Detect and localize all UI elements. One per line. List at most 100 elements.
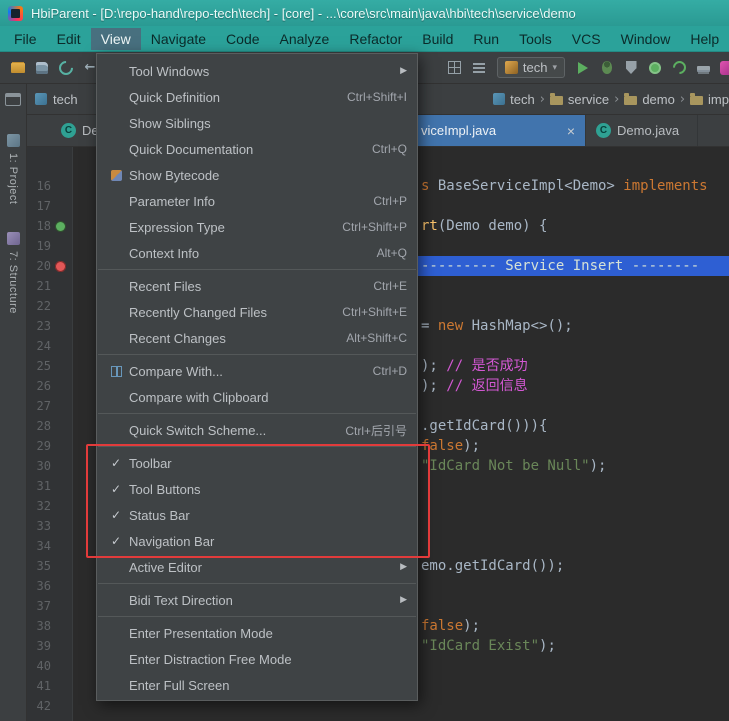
menubar-item-help[interactable]: Help — [680, 28, 729, 50]
view-menu-item-enter-presentation-mode[interactable]: Enter Presentation Mode — [97, 620, 417, 646]
view-menu-item-status-bar[interactable]: ✓Status Bar — [97, 502, 417, 528]
view-menu-item-recent-files[interactable]: Recent FilesCtrl+E — [97, 273, 417, 299]
view-menu-item-quick-documentation[interactable]: Quick DocumentationCtrl+Q — [97, 136, 417, 162]
list-icon[interactable] — [469, 58, 489, 78]
gutter-line-18[interactable]: 18 — [27, 216, 72, 236]
breadcrumb-demo[interactable]: demo — [624, 92, 675, 107]
menubar-item-tools[interactable]: Tools — [509, 28, 562, 50]
coverage-icon[interactable] — [621, 58, 641, 78]
gutter-line-38[interactable]: 38 — [27, 616, 72, 636]
gutter-line-21[interactable]: 21 — [27, 276, 72, 296]
gutter-line-19[interactable]: 19 — [27, 236, 72, 256]
gutter-line-24[interactable]: 24 — [27, 336, 72, 356]
gutter-line-35[interactable]: 35 — [27, 556, 72, 576]
gutter-line-17[interactable]: 17 — [27, 196, 72, 216]
view-menu-item-show-bytecode[interactable]: Show Bytecode — [97, 162, 417, 188]
gutter-line-25[interactable]: 25 — [27, 356, 72, 376]
save-icon[interactable] — [32, 58, 52, 78]
view-menu-item-expression-type[interactable]: Expression TypeCtrl+Shift+P — [97, 214, 417, 240]
view-menu-item-parameter-info[interactable]: Parameter InfoCtrl+P — [97, 188, 417, 214]
view-menu-item-toolbar[interactable]: ✓Toolbar — [97, 450, 417, 476]
line-number: 35 — [27, 559, 51, 573]
gutter-line-41[interactable]: 41 — [27, 676, 72, 696]
build-icon[interactable] — [693, 58, 713, 78]
gutter-line-36[interactable]: 36 — [27, 576, 72, 596]
menu-separator — [97, 443, 417, 450]
breadcrumb-imp[interactable]: imp — [690, 92, 729, 107]
gutter-line-34[interactable]: 34 — [27, 536, 72, 556]
gutter-line-40[interactable]: 40 — [27, 656, 72, 676]
debug-icon[interactable] — [597, 58, 617, 78]
menubar-item-navigate[interactable]: Navigate — [141, 28, 216, 50]
menubar-item-view[interactable]: View — [91, 28, 141, 50]
toolwindow-switcher-icon[interactable] — [5, 93, 21, 106]
gutter-line-39[interactable]: 39 — [27, 636, 72, 656]
menu-item-label: Show Siblings — [129, 116, 211, 131]
gutter-icon-slot — [51, 236, 69, 256]
gutter-line-28[interactable]: 28 — [27, 416, 72, 436]
run-icon[interactable] — [573, 58, 593, 78]
view-menu-item-quick-switch-scheme[interactable]: Quick Switch Scheme...Ctrl+后引号 — [97, 417, 417, 443]
profiler-icon[interactable] — [717, 58, 729, 78]
menubar-item-vcs[interactable]: VCS — [562, 28, 611, 50]
open-icon[interactable] — [8, 58, 28, 78]
run-config-combo[interactable]: tech ▾ — [497, 57, 565, 78]
view-menu-item-enter-distraction-free-mode[interactable]: Enter Distraction Free Mode — [97, 646, 417, 672]
gutter-line-27[interactable]: 27 — [27, 396, 72, 416]
sync-icon[interactable] — [56, 58, 76, 78]
gutter-line-22[interactable]: 22 — [27, 296, 72, 316]
view-menu-item-tool-buttons[interactable]: ✓Tool Buttons — [97, 476, 417, 502]
title-bar[interactable]: HbiParent - [D:\repo-hand\repo-tech\tech… — [0, 0, 729, 26]
menubar-item-run[interactable]: Run — [463, 28, 509, 50]
gutter-line-20[interactable]: 20 — [27, 256, 72, 276]
view-menu-item-tool-windows[interactable]: Tool Windows▶ — [97, 58, 417, 84]
gutter-line-23[interactable]: 23 — [27, 316, 72, 336]
view-menu-item-quick-definition[interactable]: Quick DefinitionCtrl+Shift+I — [97, 84, 417, 110]
gutter-line-26[interactable]: 26 — [27, 376, 72, 396]
tool-stripe-1-project[interactable]: 1: Project — [7, 134, 20, 204]
menubar-item-file[interactable]: File — [4, 28, 47, 50]
gutter-line-42[interactable]: 42 — [27, 696, 72, 716]
gutter-line-33[interactable]: 33 — [27, 516, 72, 536]
view-menu-item-compare-with-clipboard[interactable]: Compare with Clipboard — [97, 384, 417, 410]
menubar-item-build[interactable]: Build — [412, 28, 463, 50]
menu-item-label: Recently Changed Files — [129, 305, 267, 320]
menubar-item-refactor[interactable]: Refactor — [339, 28, 412, 50]
menu-shortcut: Alt+Q — [377, 246, 407, 260]
menubar-item-code[interactable]: Code — [216, 28, 269, 50]
menubar-item-analyze[interactable]: Analyze — [270, 28, 340, 50]
gutter-line-31[interactable]: 31 — [27, 476, 72, 496]
menu-item-label: Quick Documentation — [129, 142, 253, 157]
editor-tab-demo-java[interactable]: CDemo.java — [586, 115, 698, 146]
grid-icon[interactable] — [445, 58, 465, 78]
code-token: false — [421, 438, 463, 454]
view-menu-item-recent-changes[interactable]: Recent ChangesAlt+Shift+C — [97, 325, 417, 351]
gutter-line-16[interactable]: 16 — [27, 176, 72, 196]
menubar-item-edit[interactable]: Edit — [47, 28, 91, 50]
gutter-line-29[interactable]: 29 — [27, 436, 72, 456]
menu-item-label: Expression Type — [129, 220, 225, 235]
view-menu-item-show-siblings[interactable]: Show Siblings — [97, 110, 417, 136]
breadcrumb-tech[interactable]: tech — [493, 92, 535, 107]
view-menu-item-context-info[interactable]: Context InfoAlt+Q — [97, 240, 417, 266]
view-menu-item-bidi-text-direction[interactable]: Bidi Text Direction▶ — [97, 587, 417, 613]
view-menu-item-recently-changed-files[interactable]: Recently Changed FilesCtrl+Shift+E — [97, 299, 417, 325]
rerun-icon[interactable] — [669, 58, 689, 78]
menubar-item-window[interactable]: Window — [611, 28, 681, 50]
breadcrumb-service[interactable]: service — [550, 92, 609, 107]
view-menu-item-enter-full-screen[interactable]: Enter Full Screen — [97, 672, 417, 698]
gutter-line-30[interactable]: 30 — [27, 456, 72, 476]
tab-close-icon[interactable]: × — [567, 123, 575, 139]
nav-module[interactable]: tech — [35, 92, 78, 107]
code-token: rt — [421, 218, 438, 234]
view-menu-item-navigation-bar[interactable]: ✓Navigation Bar — [97, 528, 417, 554]
view-menu-item-active-editor[interactable]: Active Editor▶ — [97, 554, 417, 580]
tool-stripe-7-structure[interactable]: 7: Structure — [7, 232, 20, 314]
line-number: 37 — [27, 599, 51, 613]
code-token: false — [421, 618, 463, 634]
editor-gutter[interactable]: 16171819202122232425262728293031323334 35… — [27, 147, 73, 721]
gutter-line-32[interactable]: 32 — [27, 496, 72, 516]
gutter-line-37[interactable]: 37 — [27, 596, 72, 616]
run-with-coverage-icon[interactable] — [645, 58, 665, 78]
view-menu-item-compare-with[interactable]: Compare With...Ctrl+D — [97, 358, 417, 384]
